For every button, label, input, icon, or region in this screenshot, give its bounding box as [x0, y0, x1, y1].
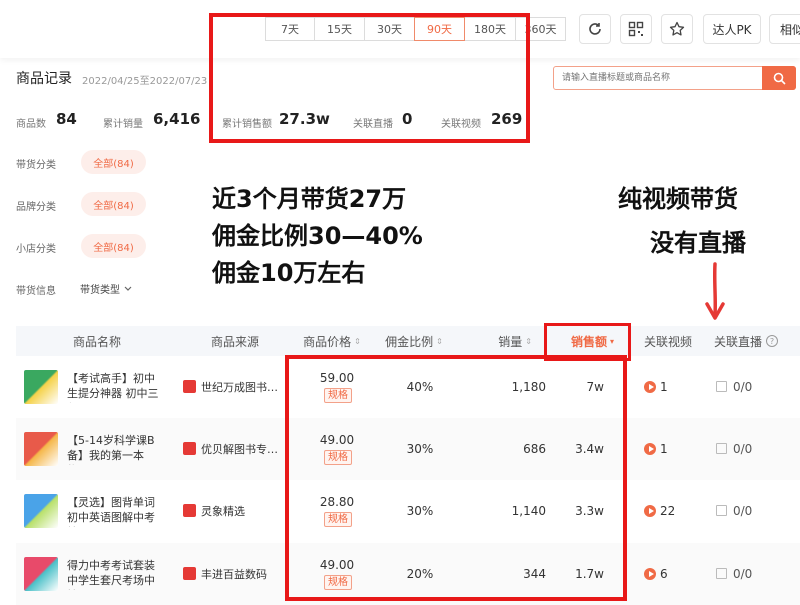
- sort-icon: ⇕: [354, 336, 361, 346]
- shop-icon: [183, 504, 196, 517]
- filter-label-brand: 品牌分类: [16, 202, 56, 213]
- product-name[interactable]: 【灵选】图背单词 初中英语图解中考核…: [67, 495, 165, 527]
- stat-label-products: 商品数: [16, 119, 46, 130]
- col-header-sales[interactable]: 销量 ⇕: [454, 326, 544, 356]
- live-room-icon: [716, 381, 727, 392]
- favorite-button[interactable]: [661, 14, 693, 44]
- col-header-sales-label: 销量: [498, 334, 523, 349]
- pk-button[interactable]: 达人PK: [703, 14, 761, 44]
- product-name[interactable]: 得力中考考试套装中学生套尺考场中性…: [67, 558, 165, 590]
- refresh-icon: [589, 23, 601, 35]
- stat-value-sales: 6,416: [153, 110, 201, 128]
- col-header-source: 商品来源: [210, 334, 259, 349]
- highlight-box-stats: [209, 13, 530, 143]
- product-thumbnail[interactable]: [24, 370, 58, 404]
- search-button[interactable]: [762, 66, 796, 90]
- play-icon: [644, 443, 656, 455]
- product-source[interactable]: 丰进百益数码: [201, 566, 296, 582]
- col-header-commission[interactable]: 佣金比例 ⇕: [374, 326, 454, 356]
- product-source[interactable]: 世纪万成图书…: [201, 379, 296, 395]
- chevron-down-icon: [124, 286, 132, 291]
- live-count: 0/0: [733, 567, 753, 581]
- play-icon: [644, 381, 656, 393]
- col-header-name: 商品名称: [72, 334, 121, 349]
- arrow-down-icon: [705, 262, 725, 320]
- live-count: 0/0: [733, 504, 753, 518]
- highlight-box-revenue-header: [544, 323, 631, 361]
- product-name[interactable]: 【考试高手】初中生提分神器 初中三年…: [67, 371, 165, 403]
- help-icon[interactable]: ?: [766, 335, 779, 347]
- shop-icon: [183, 380, 196, 393]
- video-count[interactable]: 6: [660, 567, 668, 581]
- stat-value-products: 84: [56, 110, 77, 128]
- note-line-3: 佣金10万左右: [212, 259, 366, 287]
- period-tab-90[interactable]: 90天: [414, 17, 465, 41]
- type-dropdown[interactable]: 带货类型: [80, 281, 132, 296]
- note-line-2: 佣金比例30—40%: [212, 222, 423, 250]
- page: 7天 15天 30天 90天 180天 360天 达人PK 相似 商品记录 20…: [0, 0, 800, 605]
- refresh-button[interactable]: [579, 14, 611, 44]
- col-header-price-label: 商品价格: [303, 334, 352, 349]
- product-thumbnail[interactable]: [24, 494, 58, 528]
- play-icon: [644, 568, 656, 580]
- qrcode-icon: [628, 21, 644, 37]
- filter-label-category: 带货分类: [16, 160, 56, 171]
- col-header-live: 关联直播 ?: [708, 326, 800, 356]
- product-source[interactable]: 灵象精选: [201, 503, 296, 519]
- filter-pill-shop[interactable]: 全部(84): [81, 234, 146, 258]
- live-room-icon: [716, 568, 727, 579]
- note-right-2: 没有直播: [650, 229, 746, 257]
- sort-icon: ⇕: [525, 336, 532, 346]
- shop-icon: [183, 567, 196, 580]
- live-room-icon: [716, 443, 727, 454]
- product-source[interactable]: 优贝解图书专…: [201, 441, 296, 457]
- filter-pill-category[interactable]: 全部(84): [81, 150, 146, 174]
- live-count: 0/0: [733, 380, 753, 394]
- filter-label-shop: 小店分类: [16, 244, 56, 255]
- live-count: 0/0: [733, 442, 753, 456]
- note-right-1: 纯视频带货: [618, 185, 738, 213]
- col-header-commission-label: 佣金比例: [385, 334, 434, 349]
- video-count[interactable]: 1: [660, 442, 668, 456]
- star-icon: [669, 21, 685, 36]
- play-icon: [644, 505, 656, 517]
- col-header-live-label: 关联直播: [714, 334, 763, 349]
- video-count[interactable]: 22: [660, 504, 675, 518]
- qrcode-button[interactable]: [620, 14, 652, 44]
- live-room-icon: [716, 505, 727, 516]
- page-title: 商品记录: [16, 71, 72, 87]
- filter-pill-brand[interactable]: 全部(84): [81, 192, 146, 216]
- stat-label-sales: 累计销量: [103, 119, 143, 130]
- note-line-1: 近3个月带货27万: [212, 185, 407, 213]
- search-box[interactable]: [553, 66, 796, 90]
- sort-icon: ⇕: [436, 336, 443, 346]
- video-count[interactable]: 1: [660, 380, 668, 394]
- highlight-box-sales: [285, 355, 627, 601]
- product-thumbnail[interactable]: [24, 432, 58, 466]
- col-header-videos: 关联视频: [643, 334, 692, 349]
- col-header-price[interactable]: 商品价格 ⇕: [290, 326, 374, 356]
- similar-button[interactable]: 相似: [769, 14, 800, 44]
- shop-icon: [183, 442, 196, 455]
- date-range: 2022/04/25至2022/07/23: [82, 76, 208, 87]
- product-name[interactable]: 【5-14岁科学课B备】我的第一本物…: [67, 433, 165, 465]
- type-dropdown-label: 带货类型: [80, 285, 120, 296]
- search-input[interactable]: [562, 70, 752, 86]
- search-icon: [773, 72, 786, 85]
- filter-label-info: 带货信息: [16, 286, 56, 297]
- product-thumbnail[interactable]: [24, 557, 58, 591]
